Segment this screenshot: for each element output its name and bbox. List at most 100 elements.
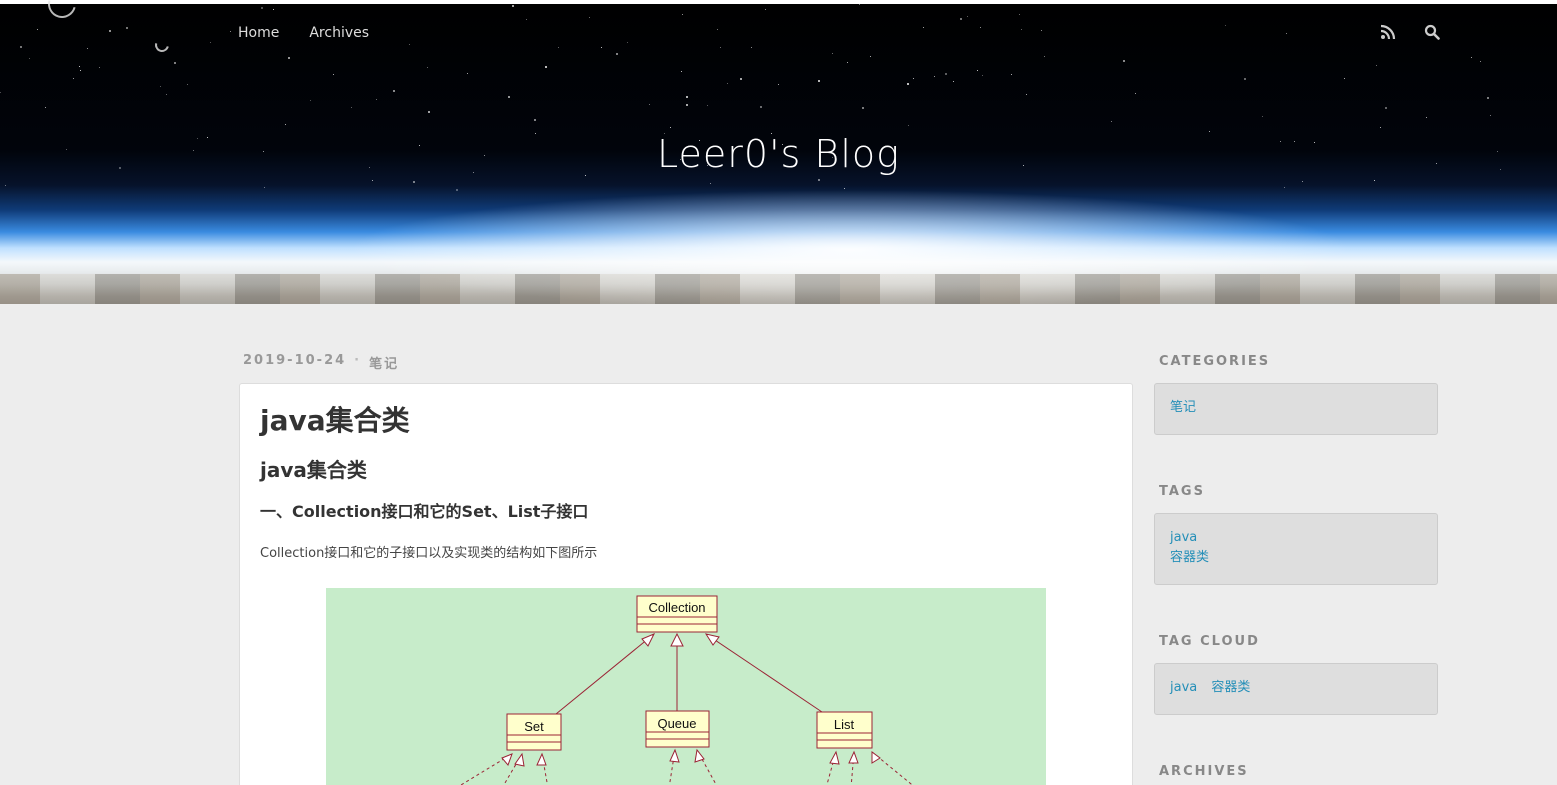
star xyxy=(512,5,514,7)
star xyxy=(717,29,718,30)
star xyxy=(627,42,628,43)
star xyxy=(288,57,290,59)
star xyxy=(844,188,845,189)
star xyxy=(1374,180,1375,181)
star xyxy=(601,47,602,48)
edge-list-collection xyxy=(705,633,823,713)
article-heading: java集合类 xyxy=(260,458,367,482)
star xyxy=(1225,25,1226,26)
meta-separator: · xyxy=(354,353,362,368)
star xyxy=(923,27,924,28)
star xyxy=(1385,107,1387,109)
star xyxy=(1380,127,1381,128)
category-link-notes[interactable]: 笔记 xyxy=(1170,398,1422,418)
tags-title: TAGS xyxy=(1159,484,1205,499)
star xyxy=(1487,97,1489,99)
article-title[interactable]: java集合类 xyxy=(260,402,1112,440)
lower-arrowheads xyxy=(501,748,881,767)
arrowhead-set xyxy=(641,633,656,647)
star xyxy=(409,44,410,45)
star xyxy=(1344,78,1345,79)
star xyxy=(333,74,334,75)
star xyxy=(913,78,914,79)
star xyxy=(230,31,231,32)
main-nav: Home Archives xyxy=(238,25,369,41)
star xyxy=(87,48,88,49)
star xyxy=(765,9,766,10)
star xyxy=(1044,56,1045,57)
star xyxy=(982,75,983,76)
star xyxy=(1092,2,1094,4)
nav-home-link[interactable]: Home xyxy=(238,25,279,41)
tag-link-containers[interactable]: 容器类 xyxy=(1170,548,1422,568)
tag-cloud-containers[interactable]: 容器类 xyxy=(1211,680,1250,695)
star xyxy=(778,84,779,85)
star xyxy=(977,70,978,71)
star xyxy=(681,71,682,72)
tag-cloud-list: java 容器类 xyxy=(1170,680,1260,695)
star xyxy=(760,106,762,108)
star xyxy=(285,124,286,125)
star xyxy=(166,94,167,95)
star xyxy=(1244,78,1246,80)
star xyxy=(1019,14,1020,15)
star xyxy=(73,78,74,79)
earth-clouds xyxy=(0,274,1557,304)
star xyxy=(467,73,468,74)
star xyxy=(1014,1,1016,3)
article-meta: 2019-10-24 · 笔记 xyxy=(243,353,399,372)
star xyxy=(174,62,176,64)
star xyxy=(0,92,1,93)
top-border xyxy=(0,0,1557,4)
site-title[interactable]: Leer0's Blog xyxy=(0,132,1557,176)
star xyxy=(1021,29,1022,30)
node-collection: Collection xyxy=(636,595,718,633)
star xyxy=(1111,121,1112,122)
moon-crescent-2 xyxy=(152,35,172,55)
star xyxy=(393,90,395,92)
star xyxy=(847,62,848,63)
star xyxy=(960,18,962,20)
star xyxy=(99,67,100,68)
star xyxy=(1472,0,1473,1)
star xyxy=(5,185,6,186)
tag-link-java[interactable]: java xyxy=(1170,528,1422,548)
node-set: Set xyxy=(506,713,562,751)
star xyxy=(589,17,590,18)
node-collection-label: Collection xyxy=(648,600,705,615)
star xyxy=(264,187,265,188)
star xyxy=(859,4,860,5)
tags-widget: java 容器类 xyxy=(1154,513,1438,585)
tag-cloud-widget: java 容器类 xyxy=(1154,663,1438,715)
star xyxy=(751,47,752,48)
star xyxy=(1376,65,1377,66)
star xyxy=(818,80,820,82)
star xyxy=(79,66,80,67)
tag-cloud-java[interactable]: java xyxy=(1170,680,1197,695)
star xyxy=(456,189,458,191)
star xyxy=(1011,74,1012,75)
article-category[interactable]: 笔记 xyxy=(369,353,399,372)
star xyxy=(29,58,30,59)
categories-title: CATEGORIES xyxy=(1159,354,1271,369)
star xyxy=(273,9,274,10)
search-icon[interactable] xyxy=(1422,22,1442,42)
rss-icon[interactable] xyxy=(1378,22,1398,42)
star xyxy=(310,100,311,101)
star xyxy=(187,84,188,85)
star xyxy=(545,66,547,68)
star xyxy=(210,42,211,43)
archives-title: ARCHIVES xyxy=(1159,764,1249,779)
star xyxy=(934,76,935,77)
article-date[interactable]: 2019-10-24 xyxy=(243,353,346,372)
star xyxy=(870,56,871,57)
star xyxy=(558,47,559,48)
nav-archives-link[interactable]: Archives xyxy=(309,25,369,41)
article-subheading: 一、Collection接口和它的Set、List子接口 xyxy=(260,502,589,521)
star xyxy=(740,78,742,80)
edge-set-collection xyxy=(555,633,655,715)
star xyxy=(20,46,22,48)
star xyxy=(427,67,428,68)
star xyxy=(80,70,81,71)
star xyxy=(37,29,38,30)
